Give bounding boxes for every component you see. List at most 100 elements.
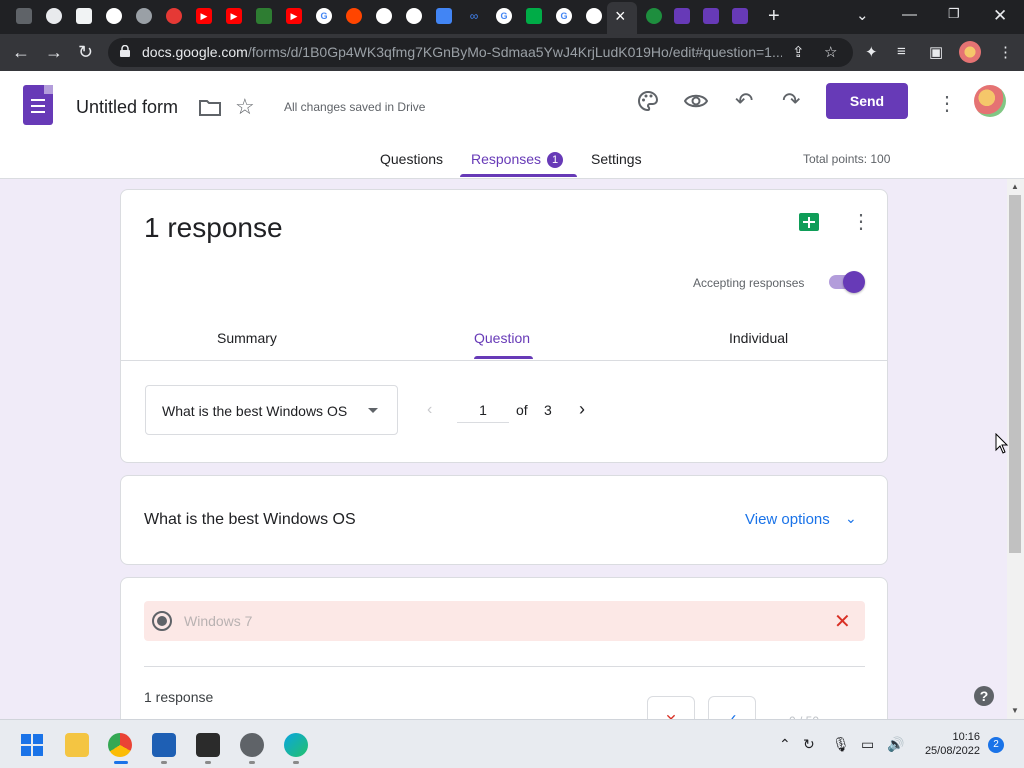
clock-date: 25/08/2022	[924, 745, 980, 757]
toggle-knob[interactable]	[843, 271, 865, 293]
back-icon[interactable]: ←	[12, 42, 30, 62]
settings-app-icon[interactable]	[240, 733, 264, 757]
lock-icon[interactable]	[120, 45, 130, 57]
forms-logo-icon[interactable]	[23, 85, 53, 125]
omnibox[interactable]: docs.google.com/forms/d/1B0Gp4WK3qfmg7KG…	[108, 38, 853, 67]
youtube-tab-icon[interactable]: ▶	[196, 8, 212, 24]
profile-avatar[interactable]	[959, 41, 981, 63]
forms-tab-icon[interactable]	[674, 8, 690, 24]
chrome-tab-icon[interactable]	[106, 8, 122, 24]
google-tab-icon[interactable]: G	[556, 8, 572, 24]
palette-icon[interactable]	[637, 90, 659, 112]
browser-menu-icon[interactable]: ⋮	[998, 43, 1013, 61]
tab-favicon-icon[interactable]	[136, 8, 152, 24]
question-number-input[interactable]	[457, 402, 509, 423]
help-icon[interactable]: ?	[974, 686, 994, 706]
chevron-down-icon[interactable]: ⌄	[845, 510, 857, 527]
restore-icon[interactable]: ❐	[948, 6, 960, 22]
chrome-tab-icon[interactable]	[406, 8, 422, 24]
chrome-taskbar-icon[interactable]	[108, 733, 132, 757]
radio-selected-icon	[152, 611, 172, 631]
question-select[interactable]: What is the best Windows OS	[145, 385, 398, 435]
tray-overflow-icon[interactable]: ⌃	[779, 736, 791, 753]
star-icon[interactable]: ☆	[235, 94, 255, 120]
extensions-icon[interactable]: ✦	[865, 43, 878, 61]
scroll-up-icon[interactable]: ▲	[1011, 182, 1019, 191]
microphone-icon[interactable]: 🎙	[832, 736, 850, 753]
tab-favicon-icon[interactable]: ∞	[466, 8, 482, 24]
scrollbar-thumb[interactable]	[1009, 195, 1021, 553]
tab-favicon-icon[interactable]	[646, 8, 662, 24]
account-avatar[interactable]	[974, 85, 1006, 117]
tab-favicon-icon[interactable]	[166, 8, 182, 24]
windows-taskbar: ⌃ ↻ 🎙 ▭ 🔊 10:16 25/08/2022 2	[0, 719, 1024, 768]
tab-favicon-icon[interactable]	[46, 8, 62, 24]
share-icon[interactable]: ⇪	[792, 43, 805, 61]
sheets-icon[interactable]	[799, 213, 819, 231]
subtab-summary[interactable]: Summary	[217, 330, 277, 346]
minimize-icon[interactable]: —	[902, 6, 917, 23]
store-icon[interactable]	[152, 733, 176, 757]
subtab-active-indicator	[474, 356, 533, 359]
youtube-tab-icon[interactable]: ▶	[226, 8, 242, 24]
windows-start-icon[interactable]	[20, 733, 44, 757]
bookmark-star-icon[interactable]: ☆	[824, 43, 837, 61]
responses-summary-card: 1 response ⋮ Accepting responses Summary…	[120, 189, 888, 463]
form-title[interactable]: Untitled form	[76, 97, 178, 118]
chrome-tab-icon[interactable]	[586, 8, 602, 24]
clock-time: 10:16	[952, 731, 980, 743]
sync-icon[interactable]: ↻	[803, 736, 815, 753]
tab-favicon-icon[interactable]	[16, 8, 32, 24]
scroll-down-icon[interactable]: ▼	[1011, 706, 1019, 715]
chat-tab-icon[interactable]	[526, 8, 542, 24]
preview-eye-icon[interactable]	[684, 93, 708, 109]
chrome-tab-icon[interactable]	[376, 8, 392, 24]
divider	[144, 666, 865, 667]
response-count-title: 1 response	[144, 212, 283, 243]
forms-tab-icon[interactable]	[732, 8, 748, 24]
answer-card: Windows 7 ✕ 1 response ✕ ✓ 0 / 50	[120, 577, 888, 737]
next-question-icon[interactable]: ›	[579, 399, 585, 420]
subtab-question[interactable]: Question	[474, 330, 530, 346]
active-tab-indicator	[460, 174, 577, 177]
tab-settings[interactable]: Settings	[591, 151, 642, 167]
media-control-icon[interactable]: ≡	[897, 43, 906, 60]
previous-question-icon[interactable]: ‹	[427, 401, 432, 419]
notification-badge[interactable]: 2	[988, 737, 1004, 753]
terminal-icon[interactable]	[196, 733, 220, 757]
send-button[interactable]: Send	[826, 83, 908, 119]
taskbar-clock[interactable]: 10:16 25/08/2022	[918, 730, 980, 758]
forward-icon[interactable]: →	[45, 42, 63, 62]
google-tab-icon[interactable]: G	[496, 8, 512, 24]
google-tab-icon[interactable]: G	[316, 8, 332, 24]
redo-icon[interactable]: ↷	[782, 88, 800, 114]
edge-icon[interactable]	[284, 733, 308, 757]
new-tab-button[interactable]: +	[768, 5, 780, 28]
file-explorer-icon[interactable]	[65, 733, 89, 757]
subtab-individual[interactable]: Individual	[729, 330, 788, 346]
view-options-button[interactable]: View options	[745, 511, 830, 528]
url-text[interactable]: docs.google.com/forms/d/1B0Gp4WK3qfmg7KG…	[142, 44, 782, 60]
undo-icon[interactable]: ↶	[735, 88, 753, 114]
forms-tab-icon[interactable]	[703, 8, 719, 24]
more-options-icon[interactable]: ⋮	[937, 91, 957, 116]
docs-tab-icon[interactable]	[436, 8, 452, 24]
tab-favicon-icon[interactable]	[76, 8, 92, 24]
volume-icon[interactable]: 🔊	[887, 736, 904, 753]
reload-icon[interactable]: ↻	[78, 42, 93, 62]
folder-icon[interactable]	[199, 98, 221, 116]
tab-search-icon[interactable]: ⌄	[856, 6, 869, 24]
close-tab-icon[interactable]: ×	[615, 6, 626, 26]
tab-favicon-icon[interactable]	[256, 8, 272, 24]
tab-responses[interactable]: Responses 1	[471, 151, 564, 168]
close-window-icon[interactable]: ✕	[993, 6, 1007, 26]
responses-menu-icon[interactable]: ⋮	[851, 212, 871, 232]
reddit-tab-icon[interactable]	[346, 8, 362, 24]
tab-questions[interactable]: Questions	[380, 151, 443, 167]
divider	[121, 360, 887, 361]
incorrect-x-icon: ✕	[834, 611, 851, 633]
side-panel-icon[interactable]: ▣	[929, 43, 943, 61]
network-icon[interactable]: ▭	[861, 736, 874, 753]
youtube-tab-icon[interactable]: ▶	[286, 8, 302, 24]
answer-text: Windows 7	[184, 613, 253, 629]
